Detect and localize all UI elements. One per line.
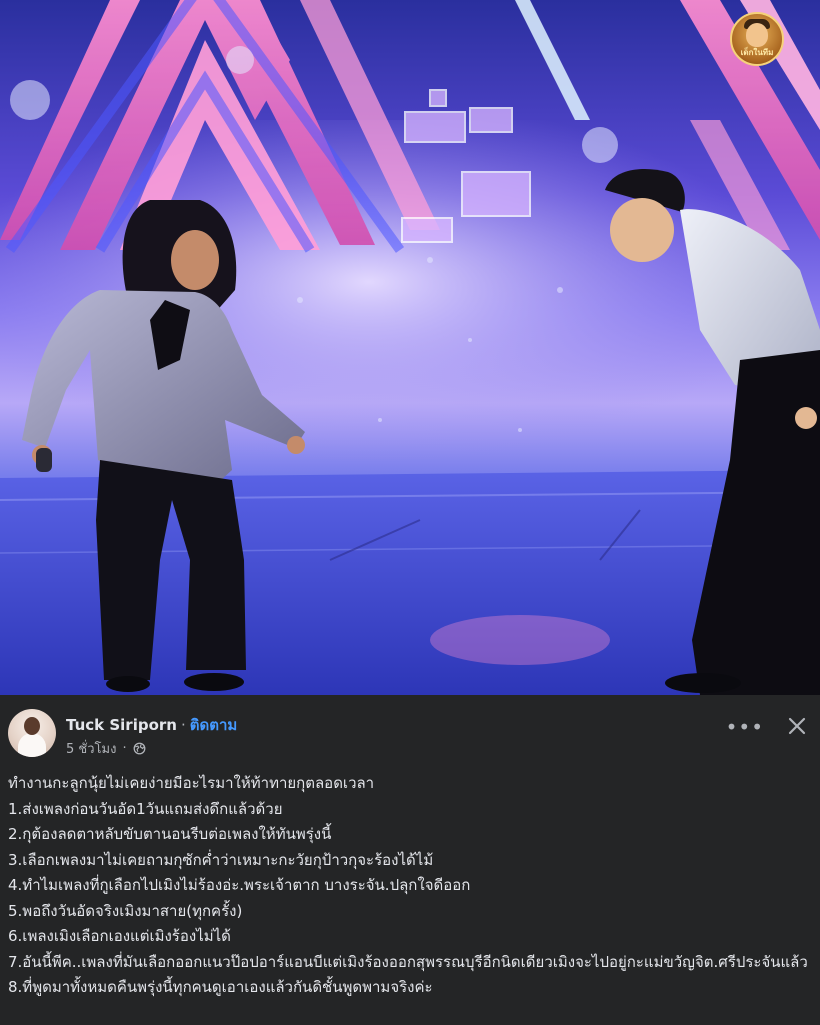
post-line: 4.ทำไมเพลงที่กูเลือกไปเมิงไม่ร้องอ่ะ.พระ…	[8, 876, 471, 894]
follow-button[interactable]: ติดตาม	[190, 716, 238, 734]
author-name[interactable]: Tuck Siriporn	[66, 716, 177, 734]
globe-icon[interactable]	[133, 742, 146, 755]
spotlight-beam	[515, 0, 590, 120]
facebook-post-view: เด็กในทีม Tuck Siriporn · ติดตาม 5 ชั่วโมง…	[0, 0, 820, 1025]
close-icon[interactable]	[786, 715, 808, 737]
post-line: 6.เพลงเมิงเลือกเองแต่เมิงร้องไม่ได้	[8, 927, 231, 945]
meta-separator: ·	[122, 741, 127, 756]
post-timestamp[interactable]: 5 ชั่วโมง	[66, 738, 116, 759]
name-separator: ·	[180, 716, 186, 734]
post-photo[interactable]: เด็กในทีม	[0, 0, 820, 695]
post-line: ทำงานกะลูกนุ้ยไม่เคยง่ายมีอะไรมาให้ท้าทา…	[8, 774, 375, 792]
post-line: 2.กุต้องลดตาหลับขับตานอนรีบต่อเพลงให้ทัน…	[8, 825, 332, 843]
more-horizontal-icon[interactable]: •••	[726, 717, 764, 737]
post-panel: Tuck Siriporn · ติดตาม 5 ชั่วโมง · ••• ทำง…	[0, 695, 820, 1025]
post-line: 5.พอถึงวันอัดจริงเมิงมาสาย(ทุกครั้ง)	[8, 901, 243, 920]
post-meta: 5 ชั่วโมง ·	[66, 738, 146, 759]
post-body: ทำงานกะลูกนุ้ยไม่เคยง่ายมีอะไรมาให้ท้าทา…	[8, 771, 814, 1001]
post-line: 1.ส่งเพลงก่อนวันอัด1วันแถมส่งดึกแล้วด้วย	[8, 799, 283, 818]
author-avatar[interactable]	[8, 709, 56, 757]
watermark-text: เด็กในทีม	[740, 48, 774, 57]
channel-watermark-logo: เด็กในทีม	[730, 12, 784, 66]
post-line: 3.เลือกเพลงมาไม่เคยถามกุซักค่ำว่าเหมาะกะ…	[8, 850, 434, 869]
post-line: 7.อันนี้พีค..เพลงที่มันเลือกออกแนวป๊อปอา…	[8, 952, 808, 971]
post-line: 8.ที่พูดมาทั้งหมดคืนพรุ่งนี้ทุกคนดูเอาเอ…	[8, 978, 433, 996]
author-line: Tuck Siriporn · ติดตาม	[66, 713, 237, 737]
stage-scene	[0, 0, 820, 695]
